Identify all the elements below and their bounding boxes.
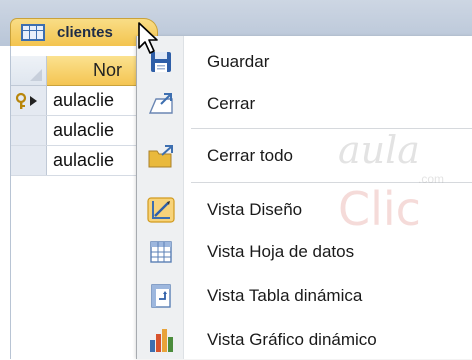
- menu-item-vista-tabla-dinamica[interactable]: Vista Tabla dinámica: [137, 276, 472, 316]
- table-row[interactable]: aulaclie: [11, 146, 137, 176]
- context-menu: Guardar Cerrar Cerrar todo Vista Diseño: [136, 36, 472, 359]
- design-view-icon: [147, 197, 175, 223]
- datasheet: Nor aulaclie aulaclie aulaclie: [10, 46, 137, 359]
- row-selector[interactable]: [11, 146, 47, 175]
- key-arrow-icon: [15, 92, 37, 109]
- menu-item-vista-hoja-datos[interactable]: Vista Hoja de datos: [137, 232, 472, 272]
- row-selector[interactable]: [11, 116, 47, 145]
- menu-label: Vista Hoja de datos: [207, 242, 355, 261]
- menu-separator: [191, 182, 472, 183]
- datasheet-view-icon: [150, 241, 172, 263]
- menu-label: Cerrar: [207, 94, 256, 113]
- mouse-cursor-icon: [138, 22, 158, 54]
- cell-nombre[interactable]: aulaclie: [47, 116, 137, 145]
- menu-label: Vista Diseño: [207, 200, 303, 219]
- close-document-icon: [148, 93, 173, 114]
- pivot-table-icon: [151, 284, 171, 308]
- table-icon: [21, 24, 45, 41]
- cell-nombre[interactable]: aulaclie: [47, 146, 137, 175]
- menu-item-cerrar[interactable]: Cerrar: [137, 84, 472, 124]
- menu-separator: [191, 128, 472, 129]
- menu-item-cerrar-todo[interactable]: Cerrar todo: [137, 136, 472, 176]
- menu-item-guardar[interactable]: Guardar: [137, 42, 472, 82]
- menu-label: Cerrar todo: [207, 146, 293, 165]
- close-all-icon: [148, 145, 173, 168]
- menu-item-vista-grafico-dinamico[interactable]: Vista Gráfico dinámico: [137, 320, 472, 360]
- cell-nombre[interactable]: aulaclie: [47, 86, 137, 115]
- menu-label: Vista Gráfico dinámico: [207, 330, 377, 349]
- table-row[interactable]: aulaclie: [11, 86, 137, 116]
- row-selector[interactable]: [11, 86, 47, 115]
- pivot-chart-icon: [150, 329, 173, 352]
- table-row[interactable]: aulaclie: [11, 116, 137, 146]
- header-row: Nor: [11, 56, 137, 86]
- menu-label: Vista Tabla dinámica: [207, 286, 363, 305]
- menu-item-vista-diseno[interactable]: Vista Diseño: [137, 190, 472, 230]
- select-all-corner[interactable]: [11, 56, 47, 86]
- tab-label: clientes: [57, 24, 113, 41]
- column-header-nombre[interactable]: Nor: [47, 56, 137, 86]
- menu-label: Guardar: [207, 52, 270, 71]
